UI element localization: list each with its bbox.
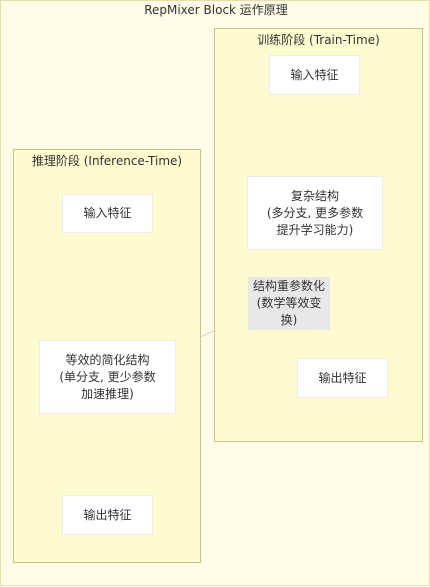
train-time-group-label: 训练阶段 (Train-Time)	[257, 33, 380, 47]
train-complex-structure-node: 复杂结构 (多分支, 更多参数 提升学习能力)	[247, 176, 383, 250]
reparameterization-edge-label: 结构重参数化 (数学等效变换)	[248, 277, 330, 330]
train-complex-structure-label: 复杂结构 (多分支, 更多参数 提升学习能力)	[266, 188, 364, 237]
train-input-label: 输入特征	[290, 67, 339, 82]
train-output-label: 输出特征	[318, 370, 367, 385]
inference-input-node: 输入特征	[62, 194, 153, 233]
inference-input-label: 输入特征	[83, 206, 132, 220]
diagram-canvas: RepMixer Block 运作原理 训练阶段 (Train-Time) 推理…	[0, 0, 430, 586]
train-output-node: 输出特征	[297, 358, 388, 398]
train-input-node: 输入特征	[269, 55, 360, 95]
inference-simple-structure-label: 等效的简化结构 (单分支, 更少参数 加速推理)	[59, 352, 156, 401]
inference-time-group-label: 推理阶段 (Inference-Time)	[31, 154, 183, 168]
inference-output-label: 输出特征	[83, 507, 132, 522]
inference-output-node: 输出特征	[62, 495, 153, 535]
inference-simple-structure-node: 等效的简化结构 (单分支, 更少参数 加速推理)	[39, 340, 176, 414]
